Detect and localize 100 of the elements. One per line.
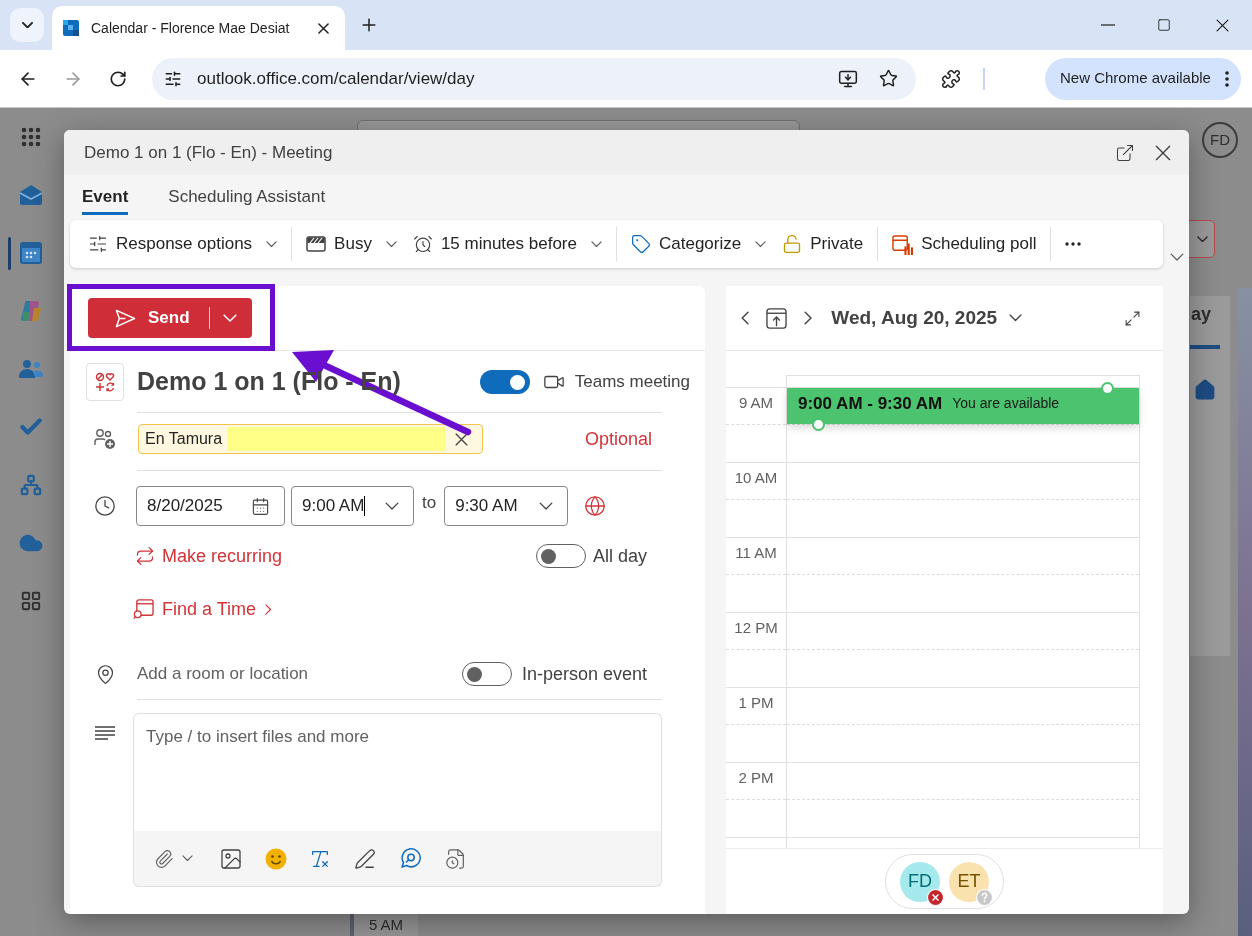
apps-icon[interactable] [20, 590, 42, 612]
caret-icon [1197, 235, 1208, 243]
pop-out-icon[interactable] [1115, 142, 1135, 163]
install-icon[interactable] [838, 68, 858, 89]
reload-icon[interactable] [109, 69, 127, 88]
more-icon [1065, 242, 1082, 246]
chevron-right-icon [265, 603, 272, 615]
find-a-time-button[interactable]: Find a Time [133, 595, 272, 623]
time-label: 9 AM [738, 394, 774, 413]
open-lock-icon [782, 234, 803, 254]
avatar[interactable]: ET [949, 861, 989, 902]
in-person-toggle[interactable] [461, 662, 512, 686]
mail-icon[interactable] [19, 184, 43, 206]
app-launcher-icon[interactable] [19, 125, 43, 149]
event-block[interactable]: 9:00 AM - 9:30 AM You are available [787, 388, 1139, 424]
categorize-button[interactable]: Categorize [623, 226, 775, 262]
in-person-label: In-person event [521, 662, 647, 686]
event-title: Demo 1 on 1 (Flo - En) [137, 366, 401, 398]
dialog-tab[interactable]: Event [82, 183, 129, 215]
person-add-icon[interactable] [94, 428, 116, 450]
show-as-button[interactable]: Busy [298, 226, 405, 262]
emoji-icon[interactable] [265, 847, 287, 870]
busy-icon [306, 236, 327, 252]
text-lines-icon [95, 726, 115, 740]
clock-icon [94, 495, 116, 517]
globe-icon[interactable] [584, 495, 607, 517]
teams-meeting-label: Teams meeting [574, 371, 690, 394]
teams-toggle[interactable] [479, 370, 530, 394]
caret-icon[interactable] [385, 501, 399, 511]
image-icon[interactable] [219, 846, 243, 871]
remove-icon[interactable] [455, 432, 468, 446]
attendee-field[interactable]: En Tamura [138, 424, 483, 454]
time-label: 2 PM [738, 769, 774, 788]
make-recurring-button[interactable]: Make recurring [135, 542, 283, 570]
date-field[interactable]: 8/20/2025 [136, 486, 285, 526]
pen-icon[interactable] [354, 847, 376, 870]
expand-icon[interactable] [1124, 309, 1141, 327]
response-options-button[interactable]: Response options [80, 226, 286, 262]
profile-avatar[interactable]: FD [1202, 122, 1238, 158]
caret-icon [21, 21, 33, 29]
time-label: 5 AM [368, 914, 404, 935]
attendee-name[interactable]: En Tamura [145, 427, 223, 451]
expand-toolbar-icon[interactable] [1170, 253, 1184, 262]
time-label: 12 PM [734, 619, 778, 638]
all-day-toggle[interactable] [535, 544, 586, 568]
send-button[interactable]: Send [88, 298, 252, 338]
dialog-title: Demo 1 on 1 (Flo - En) - Meeting [84, 141, 333, 164]
calendar-chart-icon [892, 233, 914, 255]
repeat-icon [135, 546, 155, 566]
dialog-tab[interactable]: Scheduling Assistant [168, 183, 326, 215]
caret-icon [1009, 314, 1023, 322]
all-day-label: All day [592, 544, 647, 568]
caret-icon[interactable] [539, 501, 554, 511]
calendar-search-icon [133, 598, 154, 620]
view-tab[interactable]: ay [1191, 301, 1230, 328]
declined-badge-icon [927, 888, 944, 906]
previous-day-icon[interactable] [741, 311, 750, 325]
attach-button[interactable] [154, 848, 193, 869]
question-badge-icon [976, 888, 993, 906]
message-body-field[interactable]: Type / to insert files and more [133, 713, 662, 831]
file-clock-icon[interactable] [445, 847, 467, 870]
close-icon[interactable] [1155, 144, 1171, 161]
private-button[interactable]: Private [774, 226, 872, 262]
location-field[interactable]: Add a room or location [137, 659, 437, 689]
time-label: 10 AM [734, 469, 778, 488]
home-icon[interactable] [1194, 379, 1216, 401]
menu-icon[interactable] [1225, 70, 1229, 87]
close-tab-icon[interactable] [318, 22, 329, 34]
site-settings-icon[interactable] [164, 69, 182, 88]
event-time: 9:00 AM - 9:30 AM [798, 392, 943, 415]
paperclip-icon [154, 848, 174, 869]
calendar-icon[interactable] [20, 242, 42, 264]
calendar-icon[interactable] [251, 496, 270, 516]
start-time-field[interactable]: 9:00 AM [291, 486, 414, 526]
tab-search-button[interactable] [10, 8, 44, 42]
avatar[interactable]: FD [900, 861, 940, 902]
alarm-clock-icon [412, 234, 433, 254]
browser-tab[interactable]: Calendar - Florence Mae Desiat [52, 6, 345, 50]
update-button[interactable]: New Chrome available [1045, 57, 1241, 100]
date-picker-button[interactable]: Wed, Aug 20, 2025 [831, 303, 1023, 333]
bookmark-star-icon[interactable] [879, 69, 898, 88]
symbols-icon[interactable] [86, 363, 124, 401]
extensions-icon[interactable] [941, 68, 961, 89]
time-label: 11 AM [735, 544, 777, 563]
today-icon[interactable] [766, 307, 788, 329]
sliders-icon [88, 234, 108, 254]
reminder-button[interactable]: 15 minutes before [404, 226, 610, 262]
multicolor-swirl-icon[interactable] [20, 300, 42, 322]
time-label: 1 PM [738, 694, 774, 713]
to-label: to [422, 492, 437, 515]
scheduling-poll-button[interactable]: Scheduling poll [884, 226, 1045, 262]
maximize-icon[interactable] [1157, 18, 1171, 32]
next-day-icon[interactable] [804, 311, 813, 325]
end-time-field[interactable]: 9:30 AM [444, 486, 569, 526]
send-icon [115, 308, 136, 328]
optional-link[interactable]: Optional [584, 425, 652, 453]
address-bar[interactable]: outlook.office.com/calendar/view/day [152, 57, 916, 100]
close-window-icon[interactable] [1215, 18, 1229, 32]
tag-icon [631, 234, 651, 254]
chat-bubble-icon[interactable] [399, 847, 421, 870]
